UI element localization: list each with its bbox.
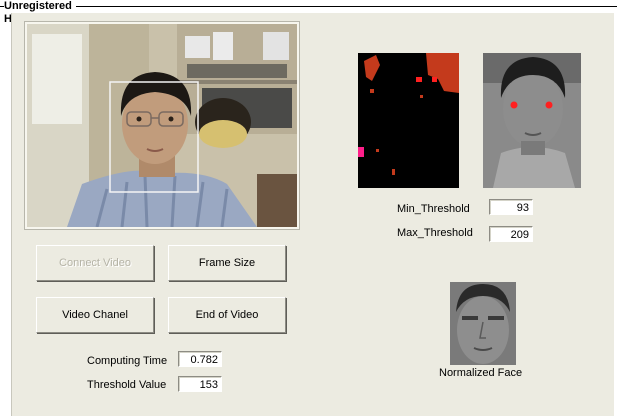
right-eye-marker <box>545 101 553 109</box>
max-threshold-label: Max_Threshold <box>397 227 473 239</box>
skin-mask-image <box>358 53 459 188</box>
grayscale-face-view <box>483 53 581 188</box>
threshold-value-label: Threshold Value <box>87 379 167 391</box>
watermark-rule <box>0 6 617 7</box>
skin-mask-view <box>358 53 459 188</box>
computing-time-label: Computing Time <box>87 355 168 367</box>
min-threshold-field[interactable]: 93 <box>489 199 533 215</box>
video-chanel-button[interactable]: Video Chanel <box>36 297 154 333</box>
normalized-face-label: Normalized Face <box>439 367 523 379</box>
threshold-value-field: 153 <box>178 376 222 392</box>
left-eye-marker <box>510 101 518 109</box>
live-video-view <box>24 21 300 230</box>
live-video-image <box>27 24 297 227</box>
frame-size-button[interactable]: Frame Size <box>168 245 286 281</box>
computing-time-field: 0.782 <box>178 351 222 367</box>
end-of-video-button[interactable]: End of Video <box>168 297 286 333</box>
normalized-face-view <box>450 282 516 365</box>
connect-video-button[interactable]: Connect Video <box>36 245 154 281</box>
app-window: Min_Threshold 93 Max_Threshold 209 Conne… <box>11 13 614 416</box>
max-threshold-field[interactable]: 209 <box>489 226 533 242</box>
normalized-face-image <box>450 282 516 365</box>
min-threshold-label: Min_Threshold <box>397 203 470 215</box>
grayscale-face-image <box>483 53 581 188</box>
